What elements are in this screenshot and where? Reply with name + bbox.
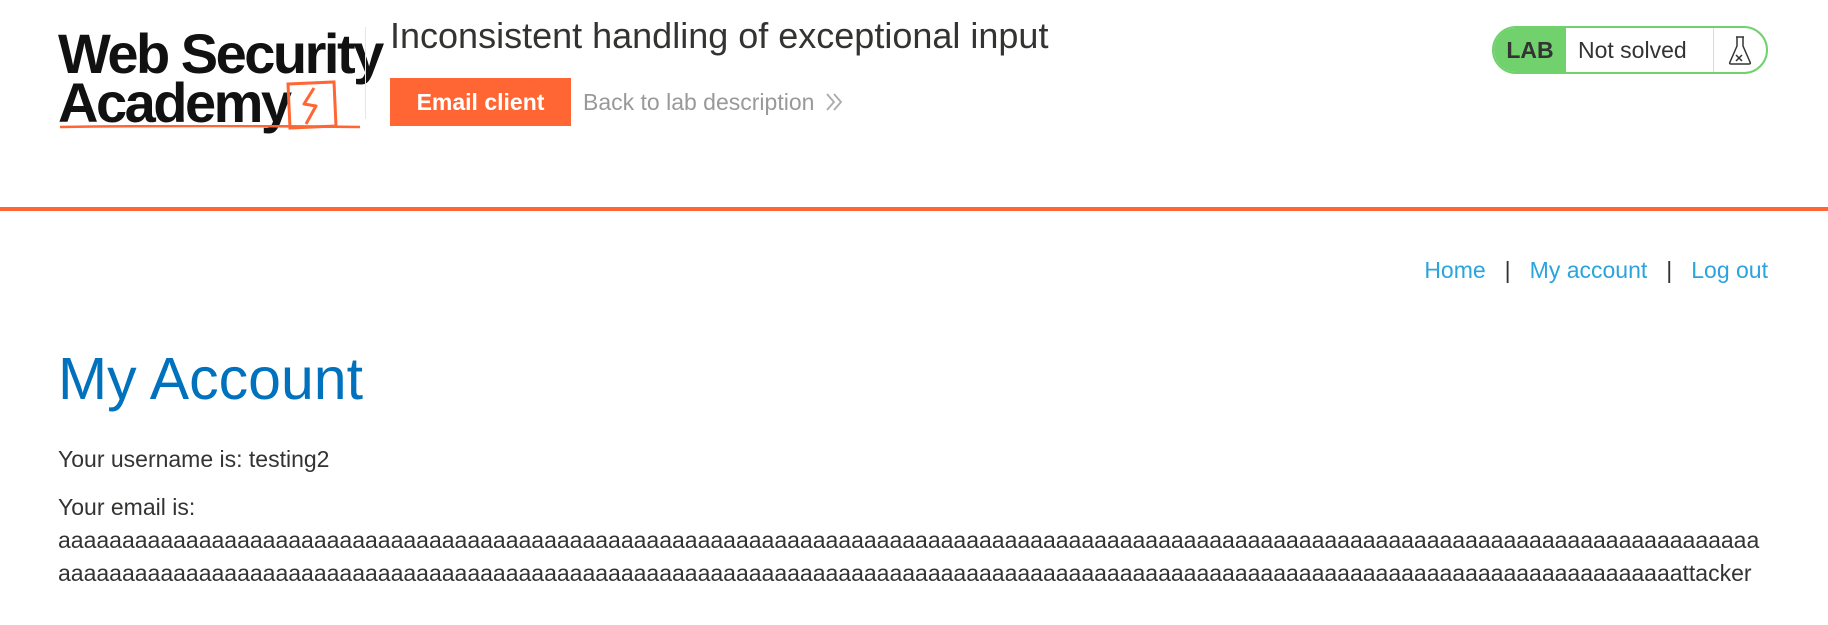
nav-my-account-link[interactable]: My account	[1530, 255, 1648, 285]
email-value-line2: aaaaaaaaaaaaaaaaaaaaaaaaaaaaaaaaaaaaaaaa…	[58, 560, 1752, 586]
header-accent-rule	[0, 207, 1828, 211]
email-label: Your email is:	[58, 494, 196, 520]
lab-header: Web Security Academy Inconsistent handli…	[0, 0, 1828, 208]
page-title: My Account	[58, 346, 363, 412]
nav-home-link[interactable]: Home	[1424, 255, 1485, 285]
nav-separator: |	[1666, 257, 1673, 283]
back-to-lab-description-link[interactable]: Back to lab description	[583, 87, 844, 117]
email-client-button[interactable]: Email client	[390, 78, 571, 126]
logo-text-line2: Academy	[58, 71, 292, 134]
account-nav: Home | My account | Log out	[1424, 255, 1768, 285]
web-security-academy-logo[interactable]: Web Security Academy	[58, 24, 384, 134]
logo-underline	[60, 125, 360, 129]
back-link-label: Back to lab description	[583, 89, 815, 115]
double-chevron-right-icon	[826, 93, 843, 111]
lab-status-widget: LAB Not solved	[1492, 26, 1768, 74]
nav-log-out-link[interactable]: Log out	[1691, 255, 1768, 285]
lab-status-text: Not solved	[1566, 28, 1714, 72]
header-divider	[365, 27, 366, 119]
lab-title: Inconsistent handling of exceptional inp…	[390, 15, 1049, 56]
lab-badge: LAB	[1494, 28, 1566, 72]
flask-icon	[1714, 28, 1766, 72]
email-value-line1: aaaaaaaaaaaaaaaaaaaaaaaaaaaaaaaaaaaaaaaa…	[58, 527, 1760, 553]
nav-separator: |	[1504, 257, 1511, 283]
username-text: Your username is: testing2	[58, 446, 330, 472]
